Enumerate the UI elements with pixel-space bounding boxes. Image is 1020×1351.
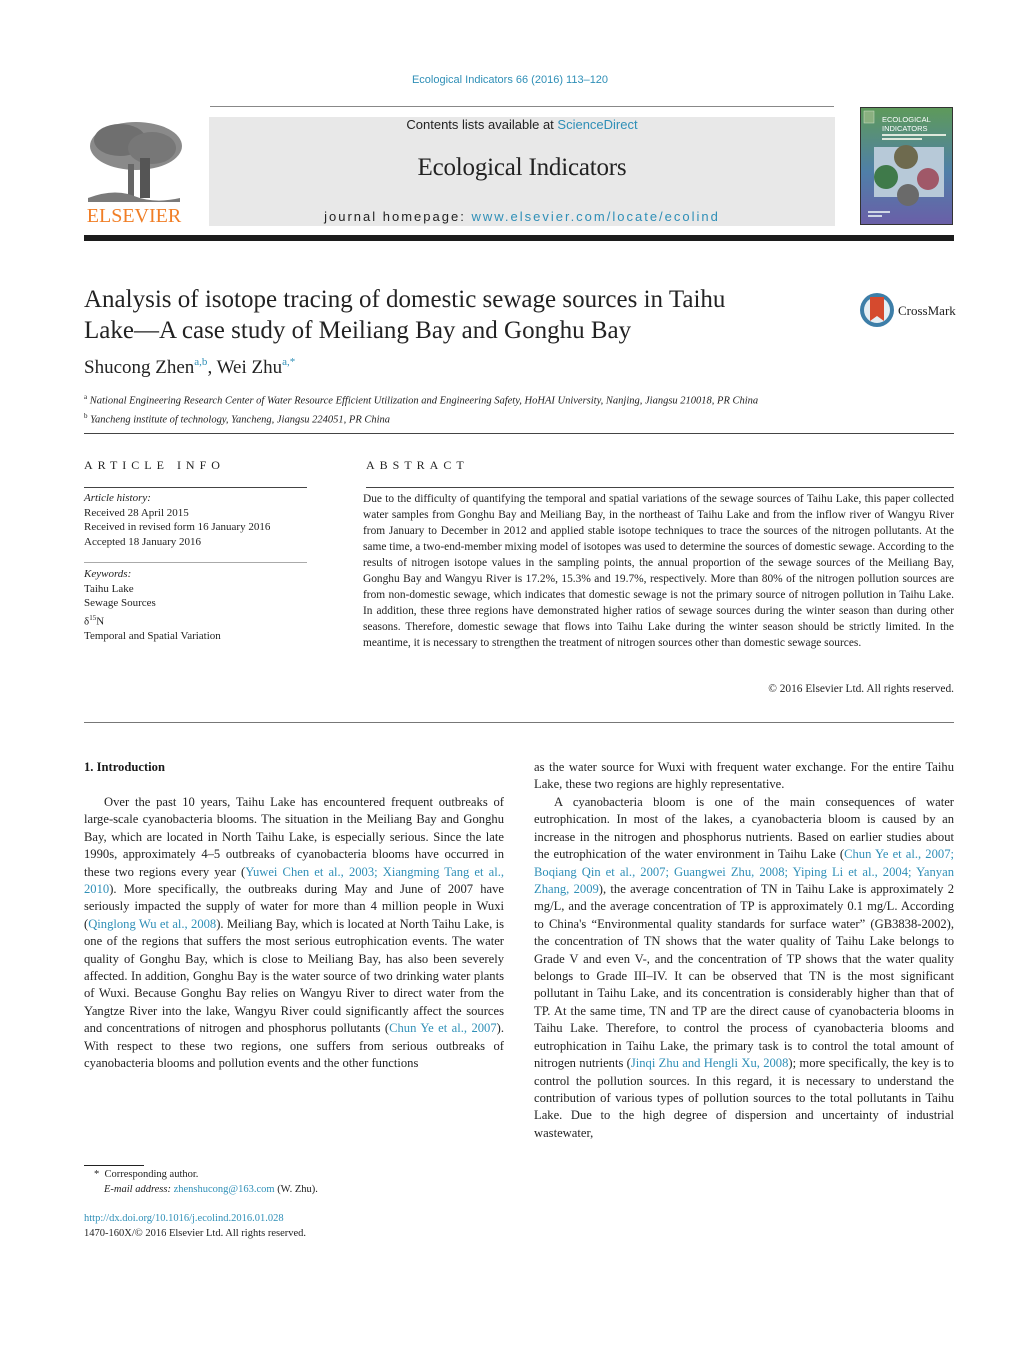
intro-paragraph-1: Over the past 10 years, Taihu Lake has e… [84,794,504,1073]
citation-link[interactable]: Chun Ye et al., 2007 [389,1021,497,1035]
journal-reference[interactable]: Ecological Indicators 66 (2016) 113–120 [0,74,1020,86]
header-thick-rule [84,235,954,241]
header-top-rule [210,106,834,107]
article-history: Article history: Received 28 April 2015 … [84,491,270,549]
affiliation-item: a National Engineering Research Center o… [84,390,758,409]
keywords: Keywords: Taihu Lake Sewage Sources δ15N… [84,567,221,643]
email-suffix: (W. Zhu). [274,1183,318,1195]
article-title: Analysis of isotope tracing of domestic … [84,284,844,346]
author-name[interactable]: Wei Zhu [217,357,282,378]
doi-block: http://dx.doi.org/10.1016/j.ecolind.2016… [84,1212,306,1241]
footnote-divider [84,1165,144,1166]
affiliation-item: b Yancheng institute of technology, Yanc… [84,409,758,428]
affiliation-divider [84,433,954,434]
abstract-divider [366,487,954,488]
keyword-item: δ15N [84,613,105,628]
keyword-item: Taihu Lake [84,582,134,595]
title-line-1: Analysis of isotope tracing of domestic … [84,286,726,313]
corresponding-author-footnote: * Corresponding author. E-mail address: … [94,1168,318,1197]
affiliation-mark: b [84,411,88,420]
history-item: Accepted 18 January 2016 [84,535,201,548]
author-separator: , [207,357,217,378]
text-run: ). Meiliang Bay, which is located at Nor… [84,916,504,1036]
history-item: Received in revised form 16 January 2016 [84,521,271,533]
affiliations: a National Engineering Research Center o… [84,390,758,427]
svg-text:ECOLOGICAL: ECOLOGICAL [882,115,931,124]
affiliation-text: National Engineering Research Center of … [89,395,759,407]
citation-link[interactable]: Qinglong Wu et al., 2008 [88,917,216,931]
svg-text:ELSEVIER: ELSEVIER [87,205,182,226]
keywords-divider [84,562,307,563]
abstract-end-divider [84,722,954,723]
affiliation-mark: a [84,393,88,401]
svg-text:INDICATORS: INDICATORS [882,124,928,133]
article-info-divider [84,487,307,488]
email-link[interactable]: zhenshucong@163.com [174,1184,275,1195]
contents-prefix: Contents lists available at [406,117,558,132]
contents-line: Contents lists available at ScienceDirec… [209,117,835,132]
homepage-prefix: journal homepage: [324,209,472,224]
intro-paragraph-2: A cyanobacteria bloom is one of the main… [534,794,954,1142]
section-heading-introduction: 1. Introduction [84,760,165,774]
keywords-label: Keywords: [84,568,132,580]
issn-line: 1470-160X/© 2016 Elsevier Ltd. All right… [84,1227,307,1239]
title-line-2: Lake—A case study of Meiliang Bay and Go… [84,317,632,344]
affiliation-text: Yancheng institute of technology, Yanche… [90,414,391,425]
journal-title: Ecological Indicators [417,154,627,181]
elsevier-logo[interactable]: ELSEVIER [84,118,184,227]
author-name[interactable]: Shucong Zhen [84,357,194,378]
journal-cover-image[interactable]: ECOLOGICAL INDICATORS [860,107,953,225]
elsevier-tree-icon: ELSEVIER [84,118,184,227]
journal-cover-icon: ECOLOGICAL INDICATORS [860,107,953,225]
isotope-superscript: 15 [89,613,97,622]
doi-link[interactable]: http://dx.doi.org/10.1016/j.ecolind.2016… [84,1212,306,1227]
sciencedirect-link[interactable]: ScienceDirect [557,117,637,132]
crossmark-button[interactable]: CrossMark [858,291,958,329]
footnote-mark: * [94,1169,100,1180]
history-item: Received 28 April 2015 [84,506,189,519]
abstract-heading: ABSTRACT [366,458,469,472]
homepage-line: journal homepage: www.elsevier.com/locat… [209,209,835,224]
text-run: ), the average concentration of TN in Ta… [534,882,954,1071]
email-label: E-mail address: [104,1183,171,1195]
homepage-link[interactable]: www.elsevier.com/locate/ecolind [471,209,719,224]
author-list: Shucong Zhena,b, Wei Zhua,* [84,356,295,379]
intro-paragraph-1-continued: as the water source for Wuxi with freque… [534,760,954,792]
svg-text:CrossMark: CrossMark [898,303,956,318]
article-info-heading: ARTICLE INFO [84,458,225,472]
abstract-copyright: © 2016 Elsevier Ltd. All rights reserved… [768,683,954,695]
author-affiliation-marks[interactable]: a,* [282,356,295,368]
keyword-item: Temporal and Spatial Variation [84,629,221,642]
corresponding-label: Corresponding author. [104,1169,199,1180]
citation-link[interactable]: Jinqi Zhu and Hengli Xu, 2008 [631,1056,789,1070]
author-affiliation-marks[interactable]: a,b [194,356,207,368]
abstract-text: Due to the difficulty of quantifying the… [363,493,954,649]
keyword-item: Sewage Sources [84,597,156,609]
crossmark-icon: CrossMark [860,293,956,327]
history-label: Article history: [84,492,151,504]
